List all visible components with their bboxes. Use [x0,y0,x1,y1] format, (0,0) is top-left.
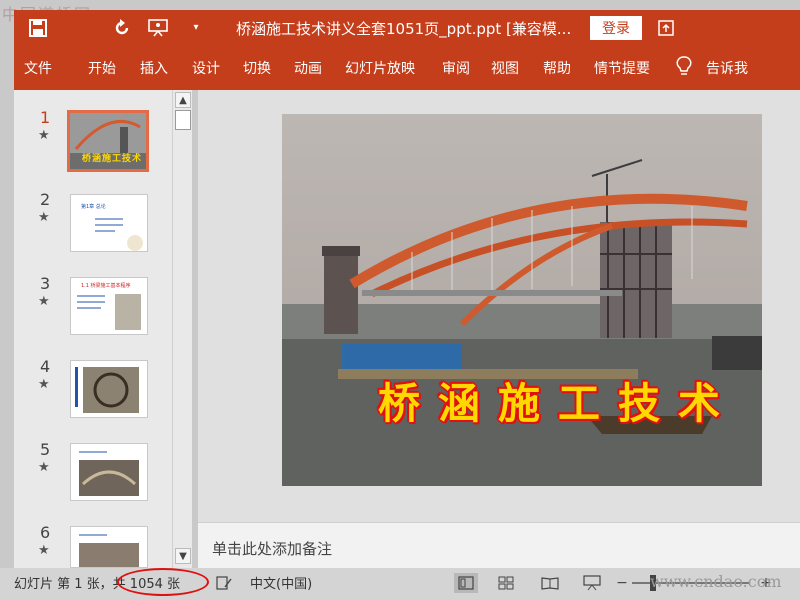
tab-insert[interactable]: 插入 [140,58,168,78]
highlight-annotation-circle [117,568,209,596]
slide-thumbnail-2[interactable]: 第1章 总论 [70,194,148,252]
tab-help[interactable]: 帮助 [543,58,571,78]
slide-thumbnail-5[interactable] [70,443,148,501]
tab-animations[interactable]: 动画 [294,58,322,78]
notes-pane[interactable]: 单击此处添加备注 [198,522,800,568]
animation-star-icon: ★ [38,210,50,225]
tab-slideshow[interactable]: 幻灯片放映 [345,58,415,78]
tab-storyboard[interactable]: 情节提要 [594,58,650,78]
slide-number: 1 [40,108,51,127]
customize-icon[interactable]: ▾ [184,16,208,40]
animation-star-icon: ★ [38,460,50,475]
zoom-out-icon[interactable]: − [612,574,632,592]
ribbon-tabs: 文件 开始 插入 设计 切换 动画 幻灯片放映 审阅 视图 帮助 情节提要 告诉… [14,46,800,90]
slide-number: 3 [40,274,51,293]
thumb-title: 桥涵施工技术 [82,154,143,164]
animation-star-icon: ★ [38,294,50,309]
slide-number: 6 [40,523,51,542]
notes-check-icon[interactable] [214,574,234,592]
thumbnail-scrollbar[interactable]: ▲ ▼ [172,90,192,568]
animation-star-icon: ★ [38,128,50,143]
language-indicator[interactable]: 中文(中国) [250,573,312,592]
notes-placeholder[interactable]: 单击此处添加备注 [212,538,332,559]
animation-star-icon: ★ [38,377,50,392]
scroll-down-arrow-icon[interactable]: ▼ [175,548,191,564]
tab-home[interactable]: 开始 [88,58,116,78]
main-slide[interactable]: 桥涵施工技术 [282,114,762,486]
login-button[interactable]: 登录 [590,16,642,40]
slideshow-view-icon[interactable] [582,574,602,592]
tab-review[interactable]: 审阅 [442,58,470,78]
undo-icon[interactable] [110,16,134,40]
tell-me-search[interactable]: 告诉我 [706,58,748,78]
tab-transitions[interactable]: 切换 [243,58,271,78]
reading-view-icon[interactable] [540,574,560,592]
slide-thumbnail-4[interactable] [70,360,148,418]
title-bar: ▾ 桥涵施工技术讲义全套1051页_ppt.ppt [兼容模... 登录 [14,10,800,46]
present-icon[interactable] [146,16,170,40]
tab-view[interactable]: 视图 [491,58,519,78]
save-icon[interactable] [26,16,50,40]
normal-view-icon[interactable] [454,573,478,593]
slide-thumbnail-1[interactable]: 桥涵施工技术 [67,110,149,172]
watermark-url: www.cndao.com [650,572,782,591]
slide-thumbnail-panel: 1 ★ 桥涵施工技术 2 ★ 第1章 总论 3 ★ 1.1 桥梁施工基本程序 4… [14,90,172,568]
tab-design[interactable]: 设计 [192,58,220,78]
slide-title[interactable]: 桥涵施工技术 [378,370,738,431]
scroll-up-arrow-icon[interactable]: ▲ [175,92,191,108]
restore-icon[interactable] [654,16,678,40]
document-title: 桥涵施工技术讲义全套1051页_ppt.ppt [兼容模... [236,20,572,38]
animation-star-icon: ★ [38,543,50,558]
slide-number: 2 [40,190,51,209]
slide-sorter-icon[interactable] [496,574,516,592]
tab-file[interactable]: 文件 [24,58,52,78]
slide-number: 4 [40,357,51,376]
scrollbar-thumb[interactable] [175,110,191,130]
slide-thumbnail-3[interactable]: 1.1 桥梁施工基本程序 [70,277,148,335]
slide-thumbnail-6[interactable] [70,526,148,568]
slide-number: 5 [40,440,51,459]
lightbulb-icon[interactable] [676,56,692,80]
